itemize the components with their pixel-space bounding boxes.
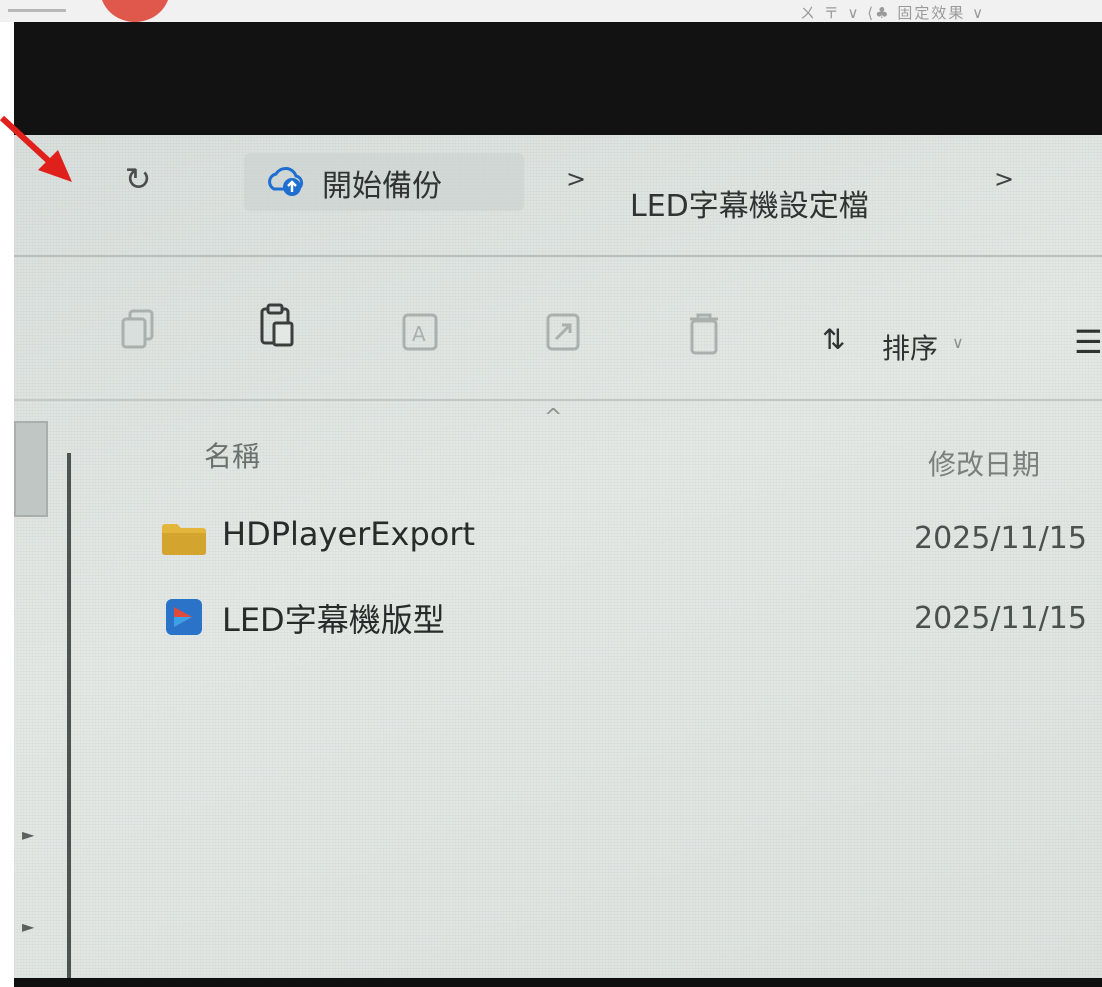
share-icon[interactable] xyxy=(544,309,584,355)
folder-icon xyxy=(162,524,206,555)
toolbar-divider xyxy=(14,399,1102,401)
command-toolbar: A ⇅ 排序 ∨ ☰ xyxy=(14,275,1102,395)
breadcrumb-chevron-icon: > xyxy=(566,165,587,193)
delete-icon[interactable] xyxy=(684,311,724,357)
file-name: LED字幕機版型 xyxy=(222,601,445,639)
chevron-down-icon: ∨ xyxy=(952,333,964,352)
expand-arrow-icon[interactable]: ► xyxy=(22,917,34,936)
sort-arrows-icon: ⇅ xyxy=(822,323,846,356)
file-date: 2025/11/15 xyxy=(914,521,1087,556)
file-date: 2025/11/15 xyxy=(914,601,1087,636)
top-left-mark xyxy=(8,9,66,12)
avatar-circle xyxy=(100,0,170,22)
file-name: HDPlayerExport xyxy=(222,515,476,553)
column-header-modified[interactable]: 修改日期 xyxy=(928,443,1040,483)
pane-splitter[interactable] xyxy=(67,453,71,978)
breadcrumb-item-backup[interactable]: 開始備份 xyxy=(244,153,524,211)
nav-scrollbar-thumb[interactable] xyxy=(14,421,48,517)
copy-icon[interactable] xyxy=(118,307,158,353)
view-menu-icon[interactable]: ☰ xyxy=(1074,323,1102,361)
top-right-toolbar-text: ㄨ 〒 ∨ ⟨♣ 固定效果 ∨ xyxy=(800,4,986,22)
paste-icon[interactable] xyxy=(258,303,298,349)
column-header-name[interactable]: 名稱 xyxy=(204,435,260,475)
file-row[interactable]: LED字幕機版型 2025/11/15 xyxy=(104,589,1102,645)
cloud-backup-icon xyxy=(268,167,304,196)
expand-arrow-icon[interactable]: ► xyxy=(22,825,34,844)
address-bar: ↻ 開始備份 > LED字幕機設定檔 > xyxy=(14,135,1102,253)
breadcrumb-chevron-icon: > xyxy=(994,165,1015,193)
refresh-icon[interactable]: ↻ xyxy=(120,161,156,197)
window-title-bar xyxy=(14,22,1102,135)
breadcrumb-item-led-settings[interactable]: LED字幕機設定檔 xyxy=(630,181,869,225)
bottom-bezel xyxy=(14,978,1102,987)
sort-label: 排序 xyxy=(882,332,939,365)
browser-top-strip: ㄨ 〒 ∨ ⟨♣ 固定效果 ∨ xyxy=(0,0,1102,22)
rename-icon[interactable]: A xyxy=(400,309,440,355)
file-row[interactable]: HDPlayerExport 2025/11/15 xyxy=(104,509,1102,565)
annotation-arrow-icon xyxy=(0,115,72,182)
svg-text:A: A xyxy=(412,322,426,346)
sort-ascending-icon: ^ xyxy=(544,405,563,430)
file-list: ^ 名稱 修改日期 HDPlayerExport 2025/11/15 LED字… xyxy=(104,405,1102,978)
breadcrumb-label-backup: 開始備份 xyxy=(322,169,442,204)
navigation-pane: ► ► xyxy=(14,405,84,978)
address-bar-divider xyxy=(14,255,1102,257)
media-file-icon xyxy=(166,599,202,635)
file-explorer-window: ↻ 開始備份 > LED字幕機設定檔 > A ⇅ 排序 ∨ ☰ ► ► ^ 名稱… xyxy=(14,135,1102,978)
